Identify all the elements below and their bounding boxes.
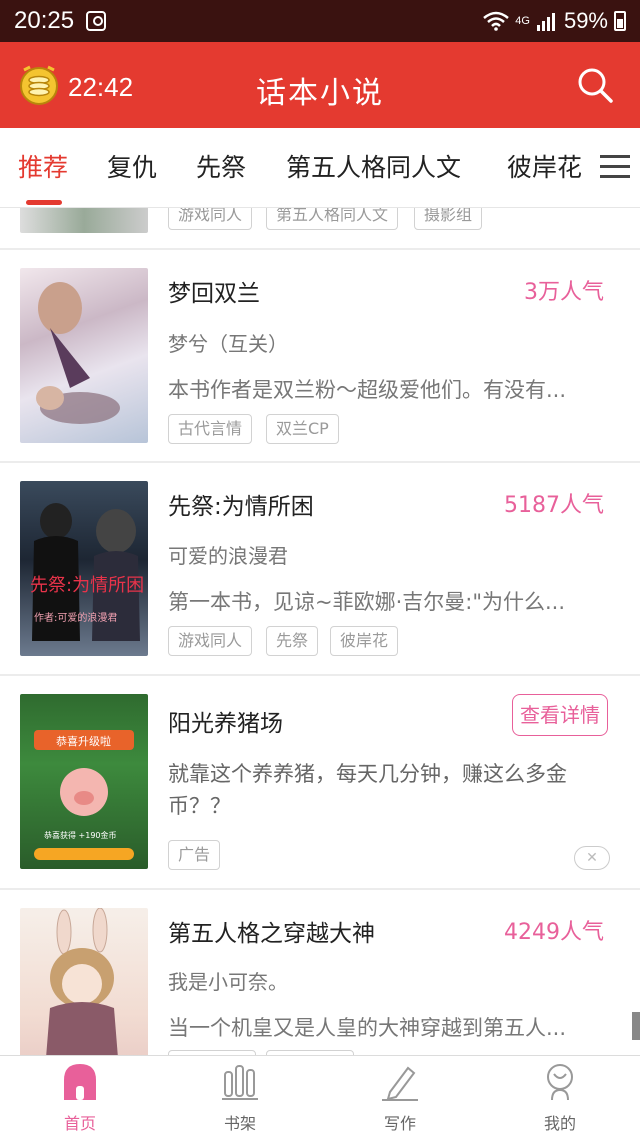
- divider: [0, 888, 640, 890]
- divider: [0, 461, 640, 463]
- profile-icon: [547, 1064, 573, 1101]
- ad-description: 就靠这个养养猪，每天几分钟，赚这么多金币？？: [168, 762, 567, 818]
- tab-xianji[interactable]: 先祭: [196, 148, 246, 184]
- book-title[interactable]: 梦回双兰: [168, 274, 260, 308]
- book-tag: 游戏同人: [168, 626, 253, 656]
- book-author: 我是小可奈。: [168, 970, 288, 994]
- nav-write[interactable]: [360, 1062, 440, 1102]
- home-icon: [64, 1064, 96, 1100]
- book-description: 第一本书，见谅~菲欧娜·吉尔曼:"为什么...: [168, 590, 566, 614]
- cover-author-text: 作者:可爱的浪漫君: [34, 611, 117, 624]
- book-tag: 游戏同人: [168, 208, 253, 230]
- book-cover[interactable]: [20, 268, 148, 443]
- ad-title[interactable]: 阳光养猪场: [168, 704, 283, 738]
- book-popularity: 5187人气: [504, 493, 604, 518]
- close-ad-icon[interactable]: ✕: [574, 846, 610, 870]
- tab-recommended[interactable]: 推荐: [18, 148, 68, 184]
- tab-identity-v-fanfic[interactable]: 第五人格同人文: [286, 148, 461, 184]
- book-author: 可爱的浪漫君: [168, 544, 288, 568]
- cover-illustration: [36, 282, 120, 424]
- cover-illustration: [46, 908, 118, 1056]
- view-details-button[interactable]: 查看详情: [512, 694, 608, 736]
- book-popularity: 3万人气: [524, 280, 604, 305]
- divider: [0, 674, 640, 676]
- book-tag: 摄影组: [414, 208, 483, 230]
- cover-illustration: 先祭:为情所困 作者:可爱的浪漫君: [30, 503, 144, 641]
- book-description: 当一个机皇又是人皇的大神穿越到第五人...: [168, 1016, 567, 1040]
- ad-tag: 广告: [168, 840, 221, 870]
- book-tag: 古代言情: [168, 414, 253, 444]
- book-title[interactable]: 第五人格之穿越大神: [168, 914, 375, 948]
- book-popularity: 4249人气: [504, 920, 604, 945]
- bookshelf-icon: [222, 1065, 258, 1100]
- ad-illustration: 恭喜升级啦 恭喜获得 +190金币: [34, 730, 134, 860]
- battery-icon: [614, 11, 626, 31]
- tab-bianhua[interactable]: 彼岸花: [507, 148, 582, 184]
- book-cover[interactable]: 先祭:为情所困 作者:可爱的浪漫君: [20, 481, 148, 656]
- book-tag: 第五人格同人文: [266, 208, 399, 230]
- alarm-icon: [86, 11, 107, 31]
- pen-icon: [382, 1066, 418, 1101]
- nav-profile[interactable]: [520, 1062, 600, 1102]
- menu-icon[interactable]: [600, 155, 630, 179]
- ad-cover-reward: 恭喜获得 +190金币: [44, 830, 117, 840]
- book-description: 本书作者是双兰粉～超级爱他们。有没有...: [168, 378, 567, 402]
- book-tag: 先祭: [266, 626, 319, 656]
- status-time: 20:25: [14, 7, 75, 34]
- book-author: 梦兮（互关）: [168, 332, 288, 356]
- ad-cover[interactable]: 恭喜升级啦 恭喜获得 +190金币: [20, 694, 148, 869]
- cover-title-text: 先祭:为情所困: [30, 575, 144, 596]
- active-tab-indicator: [26, 200, 62, 205]
- status-bar: 20:25 4G 59%: [0, 0, 640, 42]
- book-cover[interactable]: [20, 208, 148, 233]
- network-type: 4G: [515, 14, 530, 27]
- scrollbar-thumb[interactable]: [632, 1012, 640, 1040]
- signal-icon: [536, 13, 555, 31]
- nav-profile-label[interactable]: 我的: [520, 1110, 600, 1134]
- nav-home-label[interactable]: 首页: [40, 1110, 120, 1134]
- search-icon[interactable]: [576, 66, 614, 104]
- tab-revenge[interactable]: 复仇: [107, 148, 157, 184]
- status-indicators: 4G 59%: [483, 8, 626, 34]
- ad-cover-heading: 恭喜升级啦: [56, 734, 111, 748]
- nav-bookshelf-label[interactable]: 书架: [200, 1110, 280, 1134]
- nav-write-label[interactable]: 写作: [360, 1110, 440, 1134]
- divider: [0, 248, 640, 250]
- book-tag: 彼岸花: [330, 626, 399, 656]
- nav-home[interactable]: [40, 1062, 120, 1102]
- nav-bookshelf[interactable]: [200, 1062, 280, 1102]
- book-title[interactable]: 先祭:为情所困: [168, 487, 314, 521]
- battery-percent: 59%: [563, 8, 608, 33]
- book-tag: 双兰CP: [266, 414, 339, 444]
- wifi-icon: [483, 11, 510, 31]
- book-cover[interactable]: [20, 908, 148, 1056]
- book-list[interactable]: 游戏同人 第五人格同人文 摄影组 梦回双兰 3万人气 梦兮（互关） 本书作者是双…: [0, 208, 640, 1056]
- app-title: 话本小说: [256, 76, 384, 111]
